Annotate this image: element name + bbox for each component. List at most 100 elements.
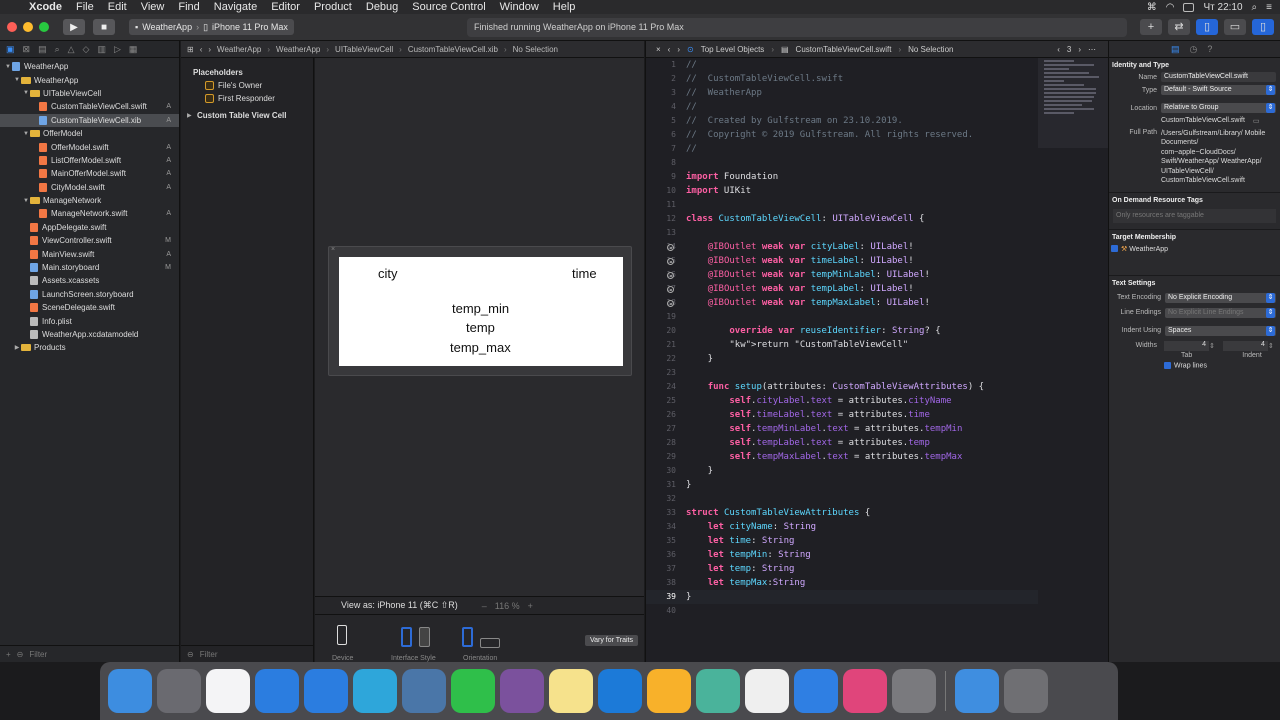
downloads-folder-icon[interactable] — [955, 669, 999, 713]
trash-icon[interactable] — [1004, 669, 1048, 713]
nav-row[interactable]: ▼ WeatherApp — [0, 73, 179, 86]
cleanmymac-icon[interactable] — [843, 669, 887, 713]
nav-row[interactable]: ▼ WeatherApp — [0, 60, 179, 73]
code-line[interactable]: 12 class CustomTableViewCell: UITableView… — [646, 212, 1038, 226]
xcode-icon[interactable] — [598, 669, 642, 713]
instruments-icon[interactable] — [696, 669, 740, 713]
encoding-popup[interactable]: No Explicit Encoding — [1165, 292, 1276, 303]
zoom-level[interactable]: 116 % — [495, 601, 520, 611]
menu-debug[interactable]: Debug — [359, 0, 405, 14]
code-line[interactable]: 1 // — [646, 58, 1038, 72]
name-field[interactable]: CustomTableViewCell.swift — [1161, 72, 1276, 82]
launchpad-icon[interactable] — [157, 669, 201, 713]
indent-stepper[interactable]: ⇕ — [1268, 342, 1274, 350]
close-scene-icon[interactable]: × — [331, 246, 335, 253]
file-inspector-icon[interactable]: ▤ — [1171, 44, 1180, 55]
add-file-icon[interactable]: + — [6, 650, 11, 659]
disclosure-triangle-icon[interactable]: ▶ — [13, 344, 21, 351]
outlet-connection-icon[interactable] — [667, 272, 674, 279]
wrap-lines-row[interactable]: Wrap lines — [1109, 359, 1280, 369]
wifi-icon[interactable]: ◠ — [1166, 2, 1175, 13]
notes-icon[interactable] — [549, 669, 593, 713]
indent-width-field[interactable]: 4 — [1222, 340, 1268, 351]
code-line[interactable]: 38 let tempMax:String — [646, 576, 1038, 590]
code-view[interactable]: 1 // 2 // CustomTableViewCell.swift 3 // Weat… — [646, 58, 1038, 618]
target-checkbox[interactable] — [1111, 245, 1118, 253]
nav-row[interactable]: ▶ Products — [0, 341, 179, 354]
toggle-navigator-button[interactable]: ▯ — [1196, 19, 1218, 35]
code-line[interactable]: 39} — [646, 590, 1038, 604]
source-control-navigator-icon[interactable]: ⊠ — [23, 44, 31, 55]
nav-row[interactable]: ▼ ManageNetwork — [0, 194, 179, 207]
code-line[interactable]: 28 self.tempLabel.text = attributes.temp — [646, 436, 1038, 450]
finder-icon[interactable] — [108, 669, 152, 713]
disclosure-triangle-icon[interactable]: ▼ — [22, 131, 30, 137]
nav-row[interactable]: CityModel.swift A — [0, 181, 179, 194]
view-as-label[interactable]: View as: iPhone 11 (⌘C ⇧R) — [341, 600, 458, 611]
code-line[interactable]: 11 — [646, 198, 1038, 212]
jump-crumb-0[interactable]: WeatherApp — [217, 45, 261, 54]
nav-row[interactable]: CustomTableViewCell.swift A — [0, 100, 179, 113]
code-line[interactable]: 24 func setup(attributes: CustomTableVie… — [646, 380, 1038, 394]
code-line[interactable]: 23 — [646, 366, 1038, 380]
code-line[interactable]: 16 @IBOutlet weak var tempMinLabel: UILa… — [646, 268, 1038, 282]
ib-canvas[interactable]: × city time temp_min temp temp_max — [315, 58, 644, 662]
issue-navigator-icon[interactable]: △ — [68, 44, 75, 55]
code-line[interactable]: 4 // — [646, 100, 1038, 114]
scheme-selector[interactable]: ▪ WeatherApp › ▯ iPhone 11 Pro Max — [129, 19, 294, 35]
indent-using-popup[interactable]: Spaces — [1165, 325, 1276, 336]
textedit-icon[interactable] — [745, 669, 789, 713]
nav-row[interactable]: Info.plist — [0, 314, 179, 327]
city-label[interactable]: city — [378, 266, 398, 281]
code-line[interactable]: 35 let time: String — [646, 534, 1038, 548]
menu-file[interactable]: File — [69, 0, 101, 14]
minimize-window-button[interactable] — [23, 22, 33, 32]
zoom-in-icon[interactable]: + — [528, 601, 533, 611]
tab-stepper[interactable]: ⇕ — [1209, 342, 1215, 350]
menu-edit[interactable]: Edit — [101, 0, 134, 14]
nav-row[interactable]: CustomTableViewCell.xib A — [0, 113, 179, 127]
code-line[interactable]: 25 self.cityLabel.text = attributes.city… — [646, 394, 1038, 408]
code-line[interactable]: 36 let tempMin: String — [646, 548, 1038, 562]
portrait-icon[interactable] — [462, 627, 473, 647]
target-row[interactable]: ⚒ WeatherApp — [1109, 241, 1280, 253]
disclosure-triangle-icon[interactable]: ▼ — [13, 77, 21, 83]
code-line[interactable]: 27 self.tempMinLabel.text = attributes.t… — [646, 422, 1038, 436]
location-popup[interactable]: Relative to Group — [1161, 103, 1276, 113]
temp-min-label[interactable]: temp_min — [452, 301, 509, 316]
code-review-button[interactable]: ⇄ — [1168, 19, 1190, 35]
breakpoint-navigator-icon[interactable]: ▷ — [114, 44, 121, 55]
nav-row[interactable]: LaunchScreen.storyboard — [0, 288, 179, 301]
menu-source-control[interactable]: Source Control — [405, 0, 492, 14]
editor-crumb-2[interactable]: No Selection — [908, 45, 953, 54]
counterparts-next-icon[interactable]: › — [1078, 45, 1081, 54]
code-line[interactable]: 14 @IBOutlet weak var cityLabel: UILabel… — [646, 240, 1038, 254]
code-line[interactable]: 9 import Foundation — [646, 170, 1038, 184]
menu-editor[interactable]: Editor — [264, 0, 307, 14]
code-line[interactable]: 5 // Created by Gulfstream on 23.10.2019. — [646, 114, 1038, 128]
code-line[interactable]: 29 self.tempMaxLabel.text = attributes.t… — [646, 450, 1038, 464]
code-line[interactable]: 13 — [646, 226, 1038, 240]
code-line[interactable]: 15 @IBOutlet weak var timeLabel: UILabel… — [646, 254, 1038, 268]
outlet-connection-icon[interactable] — [667, 286, 674, 293]
editor-back-icon[interactable]: ‹ — [668, 45, 671, 54]
disclosure-triangle-icon[interactable]: ▼ — [22, 90, 30, 96]
editor-options-icon[interactable]: ⋯ — [1088, 45, 1096, 54]
nav-row[interactable]: ListOfferModel.swift A — [0, 154, 179, 167]
code-line[interactable]: 3 // WeatherApp — [646, 86, 1038, 100]
code-line[interactable]: 20 override var reuseIdentifier: String?… — [646, 324, 1038, 338]
temp-max-label[interactable]: temp_max — [450, 340, 511, 355]
telegram-icon[interactable] — [353, 669, 397, 713]
folder-icon[interactable]: ▭ — [1253, 117, 1260, 125]
code-line[interactable]: 21 "kw">return "CustomTableViewCell" — [646, 338, 1038, 352]
code-line[interactable]: 18 @IBOutlet weak var tempMaxLabel: UILa… — [646, 296, 1038, 310]
outline-files-owner[interactable]: File's Owner — [181, 79, 313, 92]
code-line[interactable]: 32 — [646, 492, 1038, 506]
code-line[interactable]: 26 self.timeLabel.text = attributes.time — [646, 408, 1038, 422]
jump-crumb-2[interactable]: UITableViewCell — [335, 45, 393, 54]
related-items-icon[interactable]: ⊞ — [187, 45, 194, 54]
keyboard-layout-icon[interactable]: ⌘ — [1147, 2, 1157, 13]
code-line[interactable]: 33 struct CustomTableViewAttributes { — [646, 506, 1038, 520]
code-line[interactable]: 30 } — [646, 464, 1038, 478]
editor-crumb-1[interactable]: CustomTableViewCell.swift — [796, 45, 892, 54]
